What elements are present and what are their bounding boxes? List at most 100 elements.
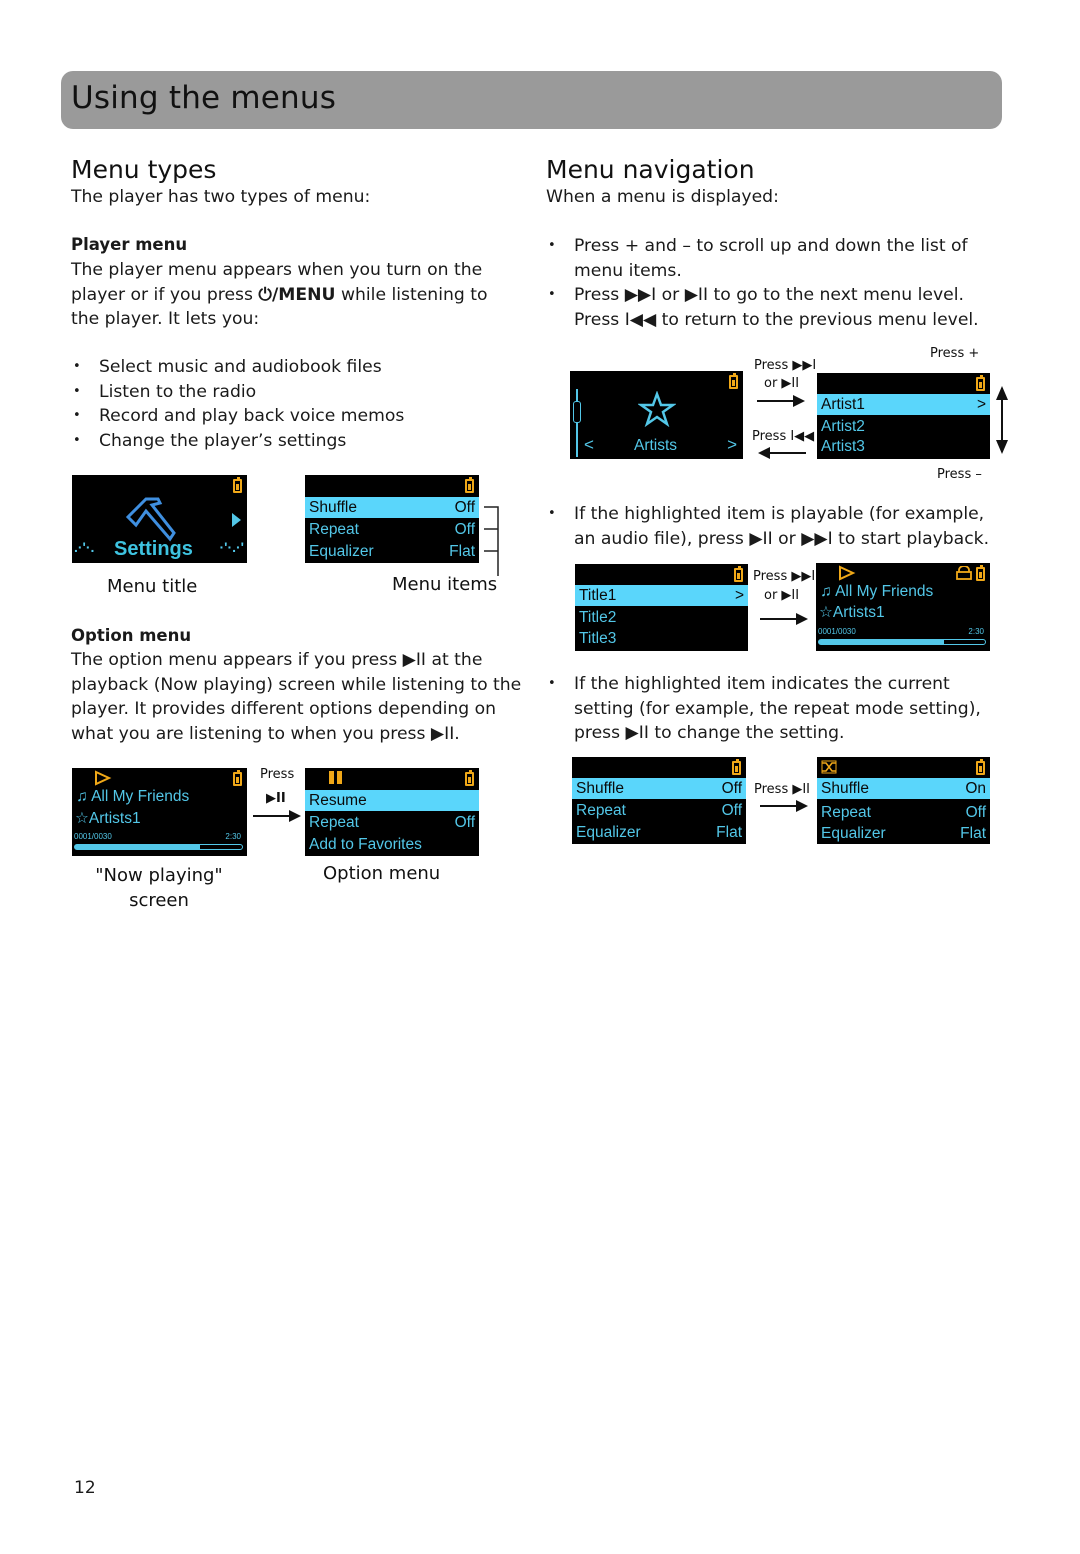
row-value: Flat <box>960 824 986 842</box>
now-playing-screen: ♫ All My Friends ☆Artists1 0001/0030 2:3… <box>816 563 990 651</box>
menu-row: Shuffle Off <box>305 497 479 518</box>
scroll-track <box>576 389 578 457</box>
now-playing-screen: ♫ All My Friends ☆Artists1 0001/0030 2:3… <box>72 768 247 856</box>
menu-title-label: Settings <box>114 538 193 560</box>
progress-bar <box>818 639 986 645</box>
menu-types-intro: The player has two types of menu: <box>71 187 371 207</box>
track-time: 2:30 <box>225 832 241 841</box>
row-label: Equalizer <box>576 823 641 841</box>
playable-instruction: If the highlighted item is playable (for… <box>546 502 996 551</box>
menu-row: Equalizer Flat <box>572 822 746 843</box>
artists-category-screen: < Artists > <box>570 371 743 459</box>
star-icon <box>638 391 676 427</box>
row-label: Equalizer <box>821 824 886 842</box>
track-time: 2:30 <box>968 627 984 636</box>
row-label: Resume <box>309 791 367 809</box>
battery-icon <box>465 477 474 493</box>
song-title: All My Friends <box>835 583 934 600</box>
star-icon: ☆ <box>819 604 833 621</box>
menu-row: Title2 <box>575 607 748 628</box>
progress-fill <box>75 845 201 849</box>
row-value: Off <box>454 520 475 538</box>
artist-line: ☆Artists1 <box>75 809 141 828</box>
menu-items-caption: Menu items <box>392 574 498 595</box>
battery-icon <box>976 759 985 775</box>
menu-row: Repeat Off <box>305 519 479 540</box>
menu-navigation-intro: When a menu is displayed: <box>546 187 779 207</box>
play-icon <box>839 565 856 581</box>
menu-row: Resume <box>305 790 479 811</box>
dots-decoration: .·'·. <box>74 539 95 555</box>
titles-list-screen: Title1 > Title2 Title3 <box>575 564 748 651</box>
music-note-icon: ♫ <box>76 788 88 805</box>
list-item: Change the player’s settings <box>71 429 521 454</box>
play-icon <box>95 770 112 786</box>
menu-row: Repeat Off <box>572 800 746 821</box>
row-label: Repeat <box>309 813 359 831</box>
track-counter: 0001/0030 <box>74 832 112 841</box>
player-menu-heading: Player menu <box>71 235 188 254</box>
settings-title-screen: .·'·. Settings ·'·.·' <box>72 475 247 563</box>
row-value: Off <box>965 803 986 821</box>
now-playing-caption: "Now playing" screen <box>89 863 229 913</box>
right-arrow <box>760 613 808 625</box>
press-plus-label: Press + <box>930 346 980 361</box>
row-label: Equalizer <box>309 542 374 560</box>
caption-line: screen <box>129 890 189 911</box>
battery-icon <box>976 565 985 581</box>
menu-row: Equalizer Flat <box>817 823 990 844</box>
row-value: On <box>965 779 986 797</box>
chevron-right-icon: > <box>727 435 737 454</box>
pause-icon <box>337 771 342 784</box>
setting-instruction: If the highlighted item indicates the cu… <box>546 672 996 746</box>
progress-bar <box>74 844 243 850</box>
player-menu-features: Select music and audiobook files Listen … <box>71 355 521 453</box>
row-label: Title1 <box>579 586 617 604</box>
menu-row: Title3 <box>575 628 748 649</box>
song-title: All My Friends <box>91 788 190 805</box>
menu-row: Shuffle On <box>817 778 990 799</box>
row-label: Title2 <box>579 608 617 626</box>
press-minus-label: Press – <box>937 467 982 482</box>
option-menu-caption: Option menu <box>323 863 441 884</box>
list-item: Press ▶▶I or ▶II to go to the next menu … <box>546 283 996 332</box>
menu-row: Artist2 <box>817 416 990 437</box>
press-next-label: Press ▶▶I <box>753 569 816 584</box>
menu-row: Repeat Off <box>817 802 990 823</box>
scroll-thumb <box>573 401 581 423</box>
artists-list-screen: Artist1 > Artist2 Artist3 <box>817 373 990 459</box>
page-number: 12 <box>74 1478 96 1498</box>
menu-items-screen: Shuffle Off Repeat Off Equalizer Flat <box>305 475 479 563</box>
row-label: Repeat <box>309 520 359 538</box>
row-label: Artist2 <box>821 417 865 435</box>
left-arrow <box>758 447 806 459</box>
menu-title-caption: Menu title <box>107 576 198 597</box>
track-counter: 0001/0030 <box>818 627 856 636</box>
menu-navigation-heading: Menu navigation <box>546 155 755 184</box>
battery-icon <box>732 759 741 775</box>
battery-icon <box>729 373 738 389</box>
row-value: Flat <box>449 542 475 560</box>
row-label: Shuffle <box>309 498 357 516</box>
battery-icon <box>734 566 743 582</box>
menu-row: Artist3 <box>817 436 990 457</box>
category-label: Artists <box>634 437 678 454</box>
row-label: Shuffle <box>821 779 869 797</box>
row-value: Off <box>454 498 475 516</box>
battery-icon <box>465 770 474 786</box>
next-arrow-icon <box>232 513 241 527</box>
right-arrow <box>760 800 808 812</box>
option-menu-heading: Option menu <box>71 626 192 645</box>
list-item: If the highlighted item is playable (for… <box>546 502 996 551</box>
player-menu-description: The player menu appears when you turn on… <box>71 258 521 332</box>
list-item: Record and play back voice memos <box>71 404 521 429</box>
battery-icon <box>233 477 242 493</box>
menu-types-heading: Menu types <box>71 155 217 184</box>
right-arrow <box>757 395 805 407</box>
lock-icon <box>956 566 972 580</box>
row-label: Repeat <box>576 801 626 819</box>
row-label: Shuffle <box>576 779 624 797</box>
menu-row: Artist1 > <box>817 394 990 415</box>
progress-fill <box>819 640 944 644</box>
artist-name: Artists1 <box>88 810 141 827</box>
